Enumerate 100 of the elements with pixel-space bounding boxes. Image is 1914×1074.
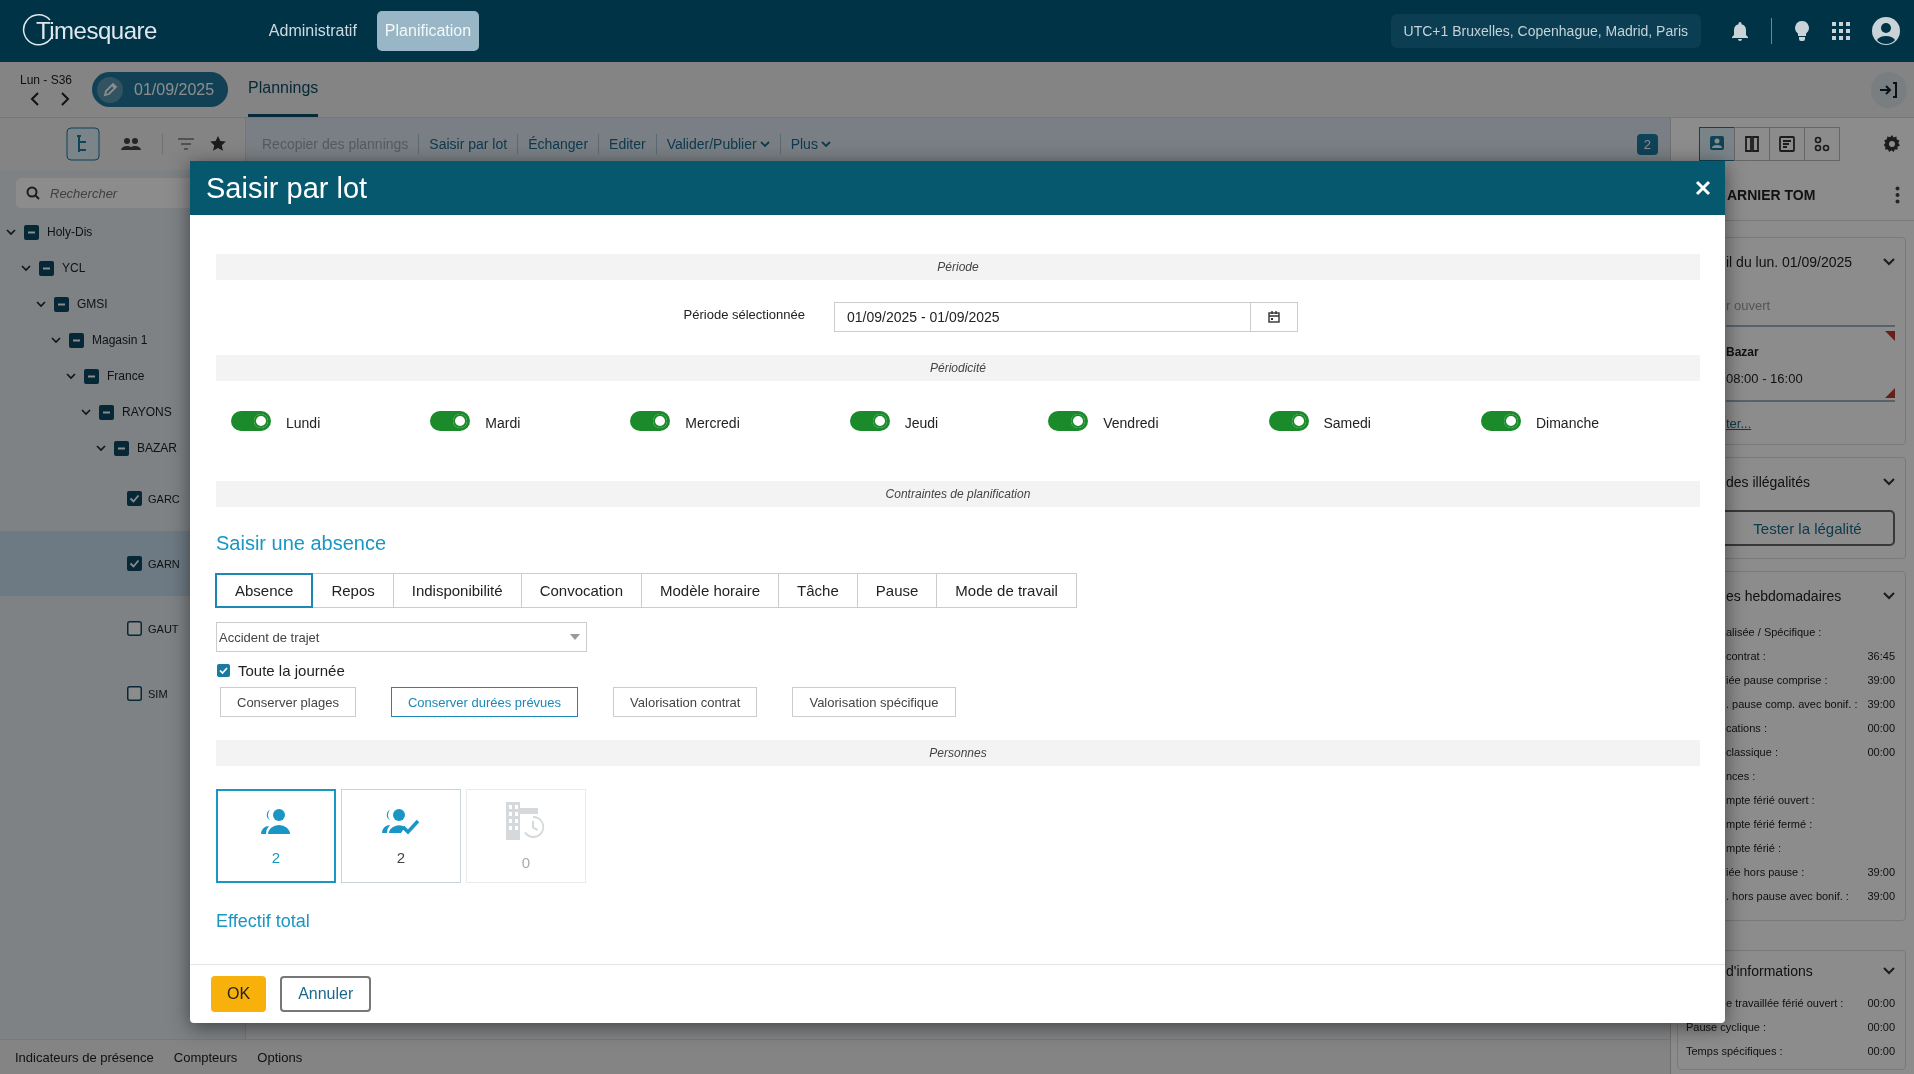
lightbulb-icon[interactable] xyxy=(1794,20,1810,42)
tree-item[interactable]: Magasin 1 xyxy=(0,322,245,358)
type-tab[interactable]: Repos xyxy=(312,573,394,608)
day-label: Mardi xyxy=(485,414,521,433)
option-button[interactable]: Valorisation contrat xyxy=(613,687,758,717)
tree-item[interactable]: RAYONS xyxy=(0,394,245,430)
toggle-switch[interactable] xyxy=(1268,411,1309,431)
date-range-field[interactable]: 01/09/2025 - 01/09/2025 xyxy=(834,302,1251,332)
counter-label: mpte férié : xyxy=(1726,842,1782,854)
option-button[interactable]: Valorisation spécifique xyxy=(792,687,956,717)
toggle-switch[interactable] xyxy=(1480,411,1521,431)
checkbox[interactable] xyxy=(54,296,69,312)
toolbar-action[interactable]: Plus xyxy=(780,136,841,152)
checkbox[interactable] xyxy=(99,404,114,420)
tree-item[interactable]: GMSI xyxy=(0,286,245,322)
section-header: Personnes xyxy=(216,740,1700,766)
date-picker[interactable]: 01/09/2025 xyxy=(92,72,229,107)
checkbox[interactable] xyxy=(39,260,54,276)
panel-view-icon[interactable] xyxy=(1699,127,1735,161)
day-title: il du lun. 01/09/2025 xyxy=(1726,254,1853,270)
chevron-down-icon[interactable] xyxy=(1883,967,1895,975)
counter-value: 39:00 xyxy=(1867,698,1895,710)
checkbox[interactable] xyxy=(127,491,142,506)
timezone-selector[interactable]: UTC+1 Bruxelles, Copenhague, Madrid, Paris xyxy=(1390,14,1701,48)
toggle-switch[interactable] xyxy=(430,411,471,431)
option-button[interactable]: Conserver plages xyxy=(220,687,356,717)
settings-icon[interactable] xyxy=(1882,134,1902,154)
toggle-switch[interactable] xyxy=(1048,411,1089,431)
day-label: Lundi xyxy=(286,414,321,433)
checkbox[interactable] xyxy=(84,368,99,384)
counter-label: alisée / Spécifique : xyxy=(1726,626,1822,638)
tree-view-icon[interactable] xyxy=(66,127,100,161)
counter-value: 36:45 xyxy=(1867,650,1895,662)
people-count-card[interactable]: 2 xyxy=(216,789,336,883)
reason-dropdown[interactable]: Accident de trajet xyxy=(216,622,587,652)
type-tab[interactable]: Modèle horaire xyxy=(641,573,780,608)
apps-grid-icon[interactable] xyxy=(1832,22,1850,40)
type-tab[interactable]: Tâche xyxy=(778,573,858,608)
panel-view-icon[interactable] xyxy=(1769,127,1805,161)
chevron-icon[interactable] xyxy=(66,372,76,380)
chevron-icon[interactable] xyxy=(21,264,31,272)
chevron-icon[interactable] xyxy=(81,408,91,416)
checkbox[interactable] xyxy=(69,332,84,348)
cancel-button[interactable]: Annuler xyxy=(280,976,372,1012)
toolbar-action[interactable]: Editer xyxy=(599,136,656,152)
toggle-switch[interactable] xyxy=(231,411,271,431)
chevron-icon[interactable] xyxy=(6,228,16,236)
toggle-switch[interactable] xyxy=(630,411,671,431)
chevron-icon[interactable] xyxy=(36,300,46,308)
bottom-tab[interactable]: Options xyxy=(257,1049,303,1065)
close-icon[interactable] xyxy=(1695,180,1711,196)
chevron-down-icon[interactable] xyxy=(1883,258,1895,266)
avatar-icon[interactable] xyxy=(1872,17,1900,45)
chevron-icon[interactable] xyxy=(96,444,106,452)
nav-tab[interactable]: Administratif xyxy=(260,11,365,51)
counter-label: Temps spécifiques : xyxy=(1686,1045,1783,1057)
panel-view-icon[interactable] xyxy=(1734,127,1770,161)
type-tab[interactable]: Convocation xyxy=(520,573,643,608)
checkbox[interactable] xyxy=(114,440,129,456)
section-header: Période xyxy=(216,254,1700,280)
count-badge: 2 xyxy=(1636,133,1658,155)
chevron-down-icon[interactable] xyxy=(1883,592,1895,600)
people-count-card[interactable]: 2 xyxy=(341,789,461,883)
option-button[interactable]: Conserver durées prévues xyxy=(390,687,579,717)
toolbar-action[interactable]: Saisir par lot xyxy=(419,136,518,152)
panel-view-icon[interactable] xyxy=(1804,127,1840,161)
checkbox[interactable] xyxy=(127,686,142,701)
checkbox[interactable] xyxy=(127,556,142,571)
checkbox[interactable] xyxy=(127,621,142,636)
counter-label: classique : xyxy=(1726,746,1778,758)
tree-item[interactable]: Holy-Dis xyxy=(0,214,245,250)
chevron-left-icon[interactable] xyxy=(30,92,40,106)
chevron-right-icon[interactable] xyxy=(60,92,70,106)
type-tab[interactable]: Mode de travail xyxy=(936,573,1077,608)
people-icon xyxy=(259,806,293,835)
toolbar-action[interactable]: Échanger xyxy=(518,136,599,152)
logo[interactable]: Timesquare xyxy=(22,11,161,51)
toolbar-action[interactable]: Valider/Publier xyxy=(656,136,780,152)
link[interactable]: ter... xyxy=(1726,416,1752,431)
toggle-switch[interactable] xyxy=(849,411,890,431)
counter-label: Pause cyclique : xyxy=(1686,1021,1767,1033)
star-icon[interactable] xyxy=(209,135,227,153)
bell-icon[interactable] xyxy=(1731,21,1749,41)
section-header: Périodicité xyxy=(216,355,1700,381)
ok-button[interactable]: OK xyxy=(211,976,267,1012)
more-options-icon[interactable] xyxy=(1895,186,1900,204)
checkbox[interactable] xyxy=(217,664,230,677)
tree-item[interactable]: BAZAR xyxy=(0,430,245,466)
checkbox[interactable] xyxy=(24,224,39,240)
chevron-down-icon[interactable] xyxy=(1883,478,1895,486)
collapse-panel-icon[interactable] xyxy=(1871,71,1907,108)
calendar-button[interactable] xyxy=(1251,302,1298,332)
type-tab[interactable]: Pause xyxy=(856,573,938,608)
caret-icon xyxy=(570,634,580,640)
type-tab[interactable]: Indisponibilité xyxy=(392,573,522,608)
type-tab[interactable]: Absence xyxy=(215,573,314,608)
day-label: Samedi xyxy=(1323,414,1371,433)
bottom-tab[interactable]: Compteurs xyxy=(173,1049,238,1065)
chevron-icon[interactable] xyxy=(51,336,61,344)
bottom-tab[interactable]: Indicateurs de présence xyxy=(15,1049,154,1065)
